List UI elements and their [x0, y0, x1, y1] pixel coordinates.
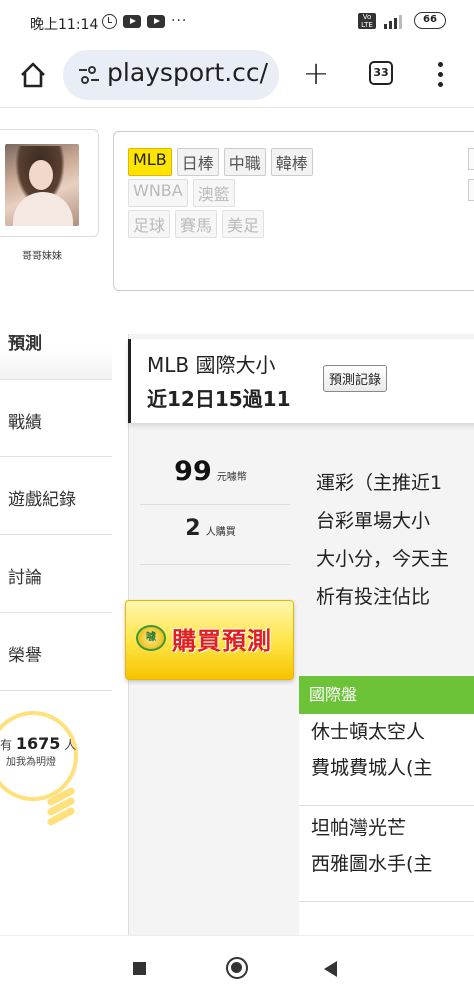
signal-icon	[384, 13, 406, 29]
sidebar-item-honors[interactable]: 榮譽	[0, 613, 112, 691]
youtube-icon	[123, 14, 141, 28]
away-team: 坦帕灣光芒	[311, 817, 407, 839]
sidebar-item-prediction[interactable]: 預測	[0, 301, 112, 379]
prediction-title: MLB 國際大小	[147, 353, 276, 377]
prediction-description: 運彩（主推近1 台彩單場大小 大小分，今天主 析有投注佔比	[316, 464, 449, 616]
buyers-row: 2 人購買	[128, 516, 293, 541]
buyers-count: 2	[185, 516, 201, 541]
match-row[interactable]: 休士頓太空人 費城費城人(主	[299, 714, 474, 806]
away-team: 休士頓太空人	[311, 721, 426, 743]
sport-tag-nbl[interactable]: 澳籃	[192, 179, 235, 207]
more-notifications-icon: ···	[171, 13, 188, 29]
buy-prediction-button[interactable]: 噱 購買預測	[125, 600, 294, 680]
sport-tag-mlb[interactable]: MLB	[128, 148, 172, 176]
divider-2	[140, 564, 290, 565]
new-tab-button[interactable]: +	[302, 57, 330, 89]
sport-row-3: 足球 賽馬 美足	[128, 210, 265, 238]
price-value: 99	[174, 456, 212, 487]
profile-name[interactable]: 哥哥妹妹	[22, 247, 62, 262]
sport-tag-cpbl[interactable]: 中職	[223, 148, 266, 176]
alarm-icon	[102, 13, 117, 29]
match-row-2[interactable]: 坦帕灣光芒 西雅圖水手(主	[299, 810, 474, 902]
sport-panel-edge-2	[468, 179, 474, 201]
sidebar-item-label: 預測	[8, 334, 42, 354]
description-line: 析有投注佔比	[316, 586, 431, 608]
web-page: 哥哥妹妹 MLB 日棒 中職 韓棒 WNBA 澳籃 足球 賽馬 美足 預測 戰績…	[0, 109, 474, 935]
sport-tag-wnba[interactable]: WNBA	[128, 179, 188, 207]
description-line: 大小分，今天主	[316, 548, 450, 570]
battery-icon: 66	[414, 12, 446, 29]
home-nav-icon[interactable]	[226, 957, 248, 979]
url-text[interactable]: playsport.cc/	[107, 58, 268, 87]
tab-switcher-button[interactable]: 33	[369, 61, 393, 85]
back-icon[interactable]	[324, 961, 337, 977]
sport-tag-npb[interactable]: 日棒	[176, 148, 219, 176]
sidebar-item-record[interactable]: 戰績	[0, 379, 112, 457]
sport-row-1: MLB 日棒 中職 韓棒	[128, 148, 313, 176]
volte-icon: Vo LTE	[358, 12, 376, 29]
sidebar-item-label: 討論	[8, 568, 42, 588]
sidebar-item-discussion[interactable]: 討論	[0, 535, 112, 613]
prediction-record: 近12日15過11	[147, 387, 291, 411]
description-line: 運彩（主推近1	[316, 472, 443, 494]
prediction-history-button[interactable]: 預測記錄	[323, 365, 388, 392]
lightbulb-base	[46, 786, 80, 829]
international-header: 國際盤	[299, 676, 474, 714]
browser-menu-icon[interactable]	[434, 60, 446, 90]
profile-card[interactable]	[0, 129, 99, 237]
sport-tag-horse[interactable]: 賽馬	[175, 210, 218, 238]
sport-tag-nfl[interactable]: 美足	[222, 210, 265, 238]
address-bar[interactable]: playsport.cc/	[63, 50, 279, 100]
sidebar-item-label: 榮譽	[8, 646, 42, 666]
sport-panel-edge	[468, 148, 474, 170]
divider	[140, 504, 290, 505]
home-icon[interactable]	[18, 60, 48, 90]
sidebar-item-game-history[interactable]: 遊戲紀錄	[0, 457, 112, 535]
profile-sidebar: 預測 戰績 遊戲紀錄 討論 榮譽 有 1675 人 加我為明燈	[0, 301, 112, 935]
buy-prediction-label: 購買預測	[172, 627, 272, 655]
home-team: 西雅圖水手(主	[311, 853, 433, 875]
follow-caption[interactable]: 加我為明燈	[6, 753, 56, 768]
recents-icon[interactable]	[133, 962, 146, 975]
price-unit: 元噱幣	[216, 472, 247, 483]
coin-icon: 噱	[136, 625, 166, 651]
buyers-unit: 人購買	[205, 527, 236, 538]
notification-icons: ···	[102, 13, 187, 29]
avatar[interactable]	[5, 144, 79, 226]
sport-tag-soccer[interactable]: 足球	[128, 210, 171, 238]
site-settings-icon[interactable]	[77, 64, 101, 86]
status-bar: 晚上11:14 ··· Vo LTE 66	[0, 0, 474, 44]
prediction-header: MLB 國際大小 近12日15過11 預測記錄	[128, 339, 474, 423]
sport-selector: MLB 日棒 中職 韓棒 WNBA 澳籃 足球 賽馬 美足	[113, 131, 474, 291]
fans-count[interactable]: 有 1675 人	[0, 734, 76, 753]
status-time: 晚上11:14	[30, 17, 99, 33]
system-nav-bar	[0, 935, 474, 1000]
home-team: 費城費城人(主	[311, 757, 433, 779]
sport-row-2: WNBA 澳籃	[128, 179, 235, 207]
browser-toolbar: playsport.cc/ + 33	[0, 44, 474, 108]
sport-tag-kbo[interactable]: 韓棒	[270, 148, 313, 176]
youtube-icon-2	[147, 14, 165, 28]
sidebar-item-label: 遊戲紀錄	[8, 490, 76, 510]
description-line: 台彩單場大小	[316, 510, 431, 532]
international-odds-panel: 國際盤 休士頓太空人 費城費城人(主 坦帕灣光芒 西雅圖水手(主	[299, 676, 474, 935]
system-icons: Vo LTE 66	[358, 12, 446, 29]
price-row: 99 元噱幣	[128, 456, 293, 487]
sidebar-item-label: 戰績	[8, 413, 42, 433]
screen: 晚上11:14 ··· Vo LTE 66 playsport.cc/ + 33…	[0, 0, 474, 1000]
